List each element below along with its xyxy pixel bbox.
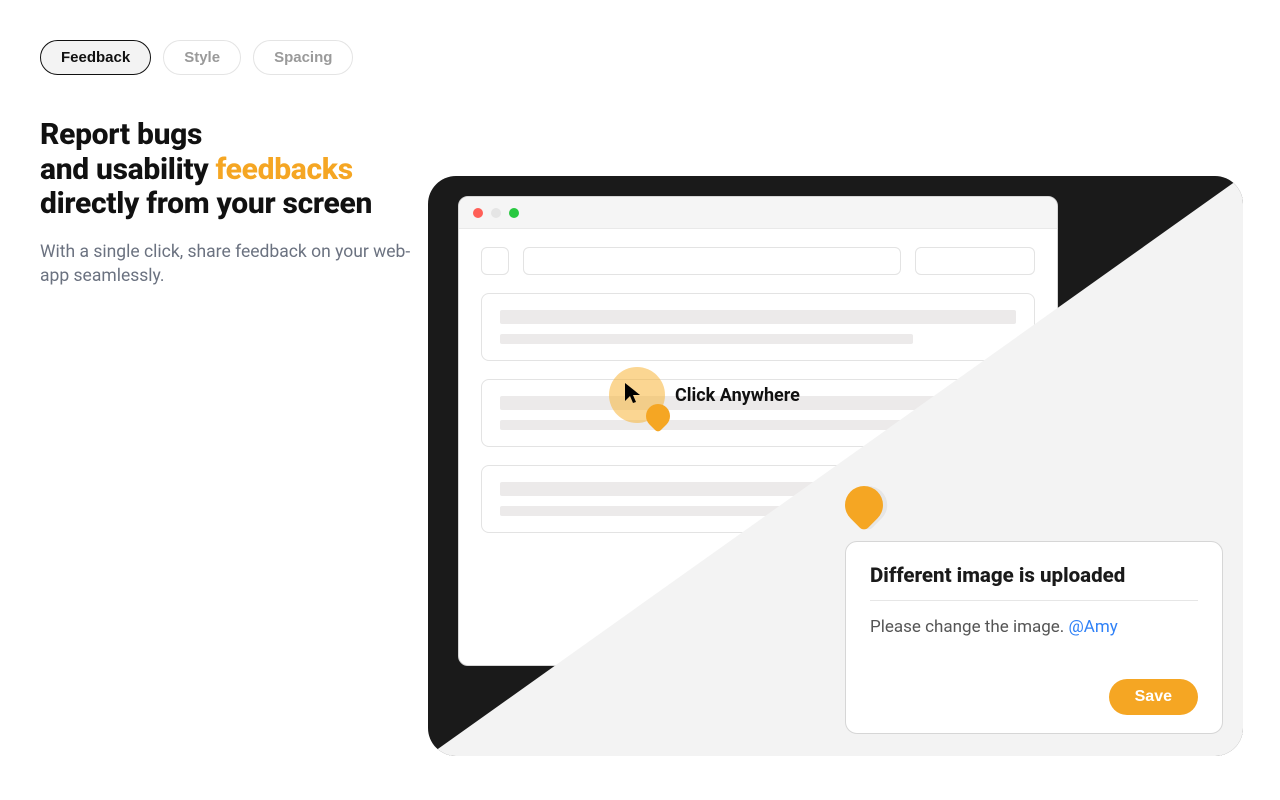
tab-feedback[interactable]: Feedback <box>40 40 151 75</box>
click-anywhere-label: Click Anywhere <box>675 385 800 406</box>
heading-line-2-pre: and usability <box>40 152 216 187</box>
feedback-mention[interactable]: @Amy <box>1069 617 1118 637</box>
heading-area: Report bugs and usability feedbacks dire… <box>40 118 420 289</box>
tab-spacing[interactable]: Spacing <box>253 40 353 75</box>
minimize-dot-icon <box>491 208 501 218</box>
window-controls <box>459 197 1057 229</box>
heading-accent: feedbacks <box>216 152 353 187</box>
mock-card <box>481 293 1035 361</box>
mock-short-input <box>915 247 1035 275</box>
feature-illustration: Click Anywhere Different image is upload… <box>428 176 1243 756</box>
close-dot-icon <box>473 208 483 218</box>
feedback-card: Different image is uploaded Please chang… <box>845 541 1223 734</box>
tab-style[interactable]: Style <box>163 40 241 75</box>
mock-square-input <box>481 247 509 275</box>
mock-long-input <box>523 247 901 275</box>
feature-tabs: Feedback Style Spacing <box>40 40 353 75</box>
page-subheading: With a single click, share feedback on y… <box>40 240 420 289</box>
heading-line-1: Report bugs <box>40 117 202 152</box>
cursor-icon <box>623 381 643 405</box>
feedback-body: Please change the image. @Amy <box>870 601 1198 671</box>
heading-line-3: directly from your screen <box>40 186 372 221</box>
save-button[interactable]: Save <box>1109 679 1198 715</box>
click-anywhere-hint: Click Anywhere <box>609 367 800 423</box>
feedback-title: Different image is uploaded <box>870 564 1198 601</box>
zoom-dot-icon <box>509 208 519 218</box>
feedback-body-text: Please change the image. <box>870 617 1069 637</box>
page-heading: Report bugs and usability feedbacks dire… <box>40 118 420 222</box>
click-highlight-icon <box>609 367 665 423</box>
